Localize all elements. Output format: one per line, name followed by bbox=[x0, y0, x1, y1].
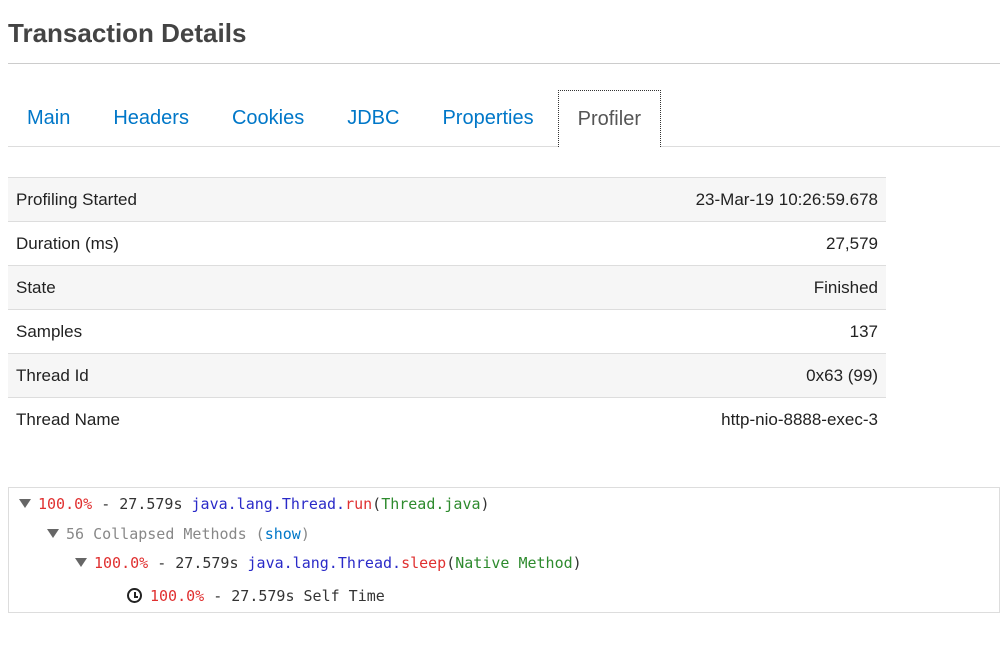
table-row: Profiling Started 23-Mar-19 10:26:59.678 bbox=[8, 177, 886, 222]
node-time: 27.579s bbox=[119, 495, 183, 513]
table-row: Duration (ms) 27,579 bbox=[8, 221, 886, 266]
row-value: 0x63 (99) bbox=[806, 365, 878, 385]
clock-icon bbox=[127, 588, 142, 603]
table-row: Thread Id 0x63 (99) bbox=[8, 353, 886, 398]
title-divider bbox=[8, 63, 1000, 64]
show-collapsed-link[interactable]: show bbox=[265, 525, 301, 543]
row-value: 23-Mar-19 10:26:59.678 bbox=[695, 189, 878, 209]
collapsed-close: ) bbox=[300, 525, 310, 543]
tab-cookies[interactable]: Cookies bbox=[213, 90, 323, 146]
tab-jdbc[interactable]: JDBC bbox=[328, 90, 418, 146]
node-separator: - bbox=[148, 554, 176, 572]
tab-headers[interactable]: Headers bbox=[94, 90, 208, 146]
table-row: State Finished bbox=[8, 265, 886, 310]
profile-node-root: 100.0% - 27.579s java.lang.Thread.run(Th… bbox=[19, 494, 490, 514]
node-paren-open: ( bbox=[372, 495, 382, 513]
node-class: java.lang.Thread bbox=[247, 554, 393, 572]
profiler-tree: 100.0% - 27.579s java.lang.Thread.run(Th… bbox=[8, 487, 1000, 613]
row-label: State bbox=[16, 277, 56, 297]
tab-main[interactable]: Main bbox=[8, 90, 89, 146]
node-dot: . bbox=[336, 495, 346, 513]
table-row: Thread Name http-nio-8888-exec-3 bbox=[8, 397, 886, 442]
self-time-node: 100.0% - 27.579s Self Time bbox=[127, 586, 385, 606]
collapse-triangle-icon[interactable] bbox=[19, 499, 31, 508]
node-paren-close: ) bbox=[480, 495, 490, 513]
node-paren-close: ) bbox=[572, 554, 582, 572]
node-paren-open: ( bbox=[446, 554, 456, 572]
collapse-triangle-icon[interactable] bbox=[75, 558, 87, 567]
profiling-details-table: Profiling Started 23-Mar-19 10:26:59.678… bbox=[8, 177, 886, 442]
node-dot: . bbox=[392, 554, 402, 572]
profile-node-child: 100.0% - 27.579s java.lang.Thread.sleep(… bbox=[75, 553, 582, 573]
row-label: Duration (ms) bbox=[16, 233, 119, 253]
node-class: java.lang.Thread bbox=[191, 495, 337, 513]
row-value: 137 bbox=[849, 321, 878, 341]
node-percent: 100.0% bbox=[94, 554, 149, 572]
node-percent: 100.0% bbox=[38, 495, 93, 513]
row-label: Samples bbox=[16, 321, 83, 341]
row-value: Finished bbox=[813, 277, 878, 297]
row-label: Profiling Started bbox=[16, 189, 137, 209]
node-time: 27.579s bbox=[175, 554, 239, 572]
tab-bar: Main Headers Cookies JDBC Properties Pro… bbox=[8, 90, 1000, 147]
self-separator: - bbox=[204, 587, 232, 605]
node-source: Thread.java bbox=[381, 495, 481, 513]
node-method: sleep bbox=[401, 554, 447, 572]
tab-properties[interactable]: Properties bbox=[423, 90, 552, 146]
self-time-label: Self Time bbox=[303, 587, 385, 605]
row-label: Thread Id bbox=[16, 365, 89, 385]
collapse-triangle-icon[interactable] bbox=[47, 529, 59, 538]
collapsed-methods-node: 56 Collapsed Methods (show) bbox=[47, 524, 310, 544]
row-value: http-nio-8888-exec-3 bbox=[721, 409, 878, 429]
node-separator: - bbox=[92, 495, 120, 513]
node-method: run bbox=[345, 495, 373, 513]
row-label: Thread Name bbox=[16, 409, 120, 429]
self-percent: 100.0% bbox=[150, 587, 205, 605]
collapsed-methods-text: 56 Collapsed Methods ( bbox=[66, 525, 265, 543]
row-value: 27,579 bbox=[826, 233, 878, 253]
tab-profiler[interactable]: Profiler bbox=[557, 90, 661, 147]
node-source: Native Method bbox=[455, 554, 573, 572]
page-title: Transaction Details bbox=[8, 18, 247, 48]
table-row: Samples 137 bbox=[8, 309, 886, 354]
self-time: 27.579s bbox=[231, 587, 295, 605]
